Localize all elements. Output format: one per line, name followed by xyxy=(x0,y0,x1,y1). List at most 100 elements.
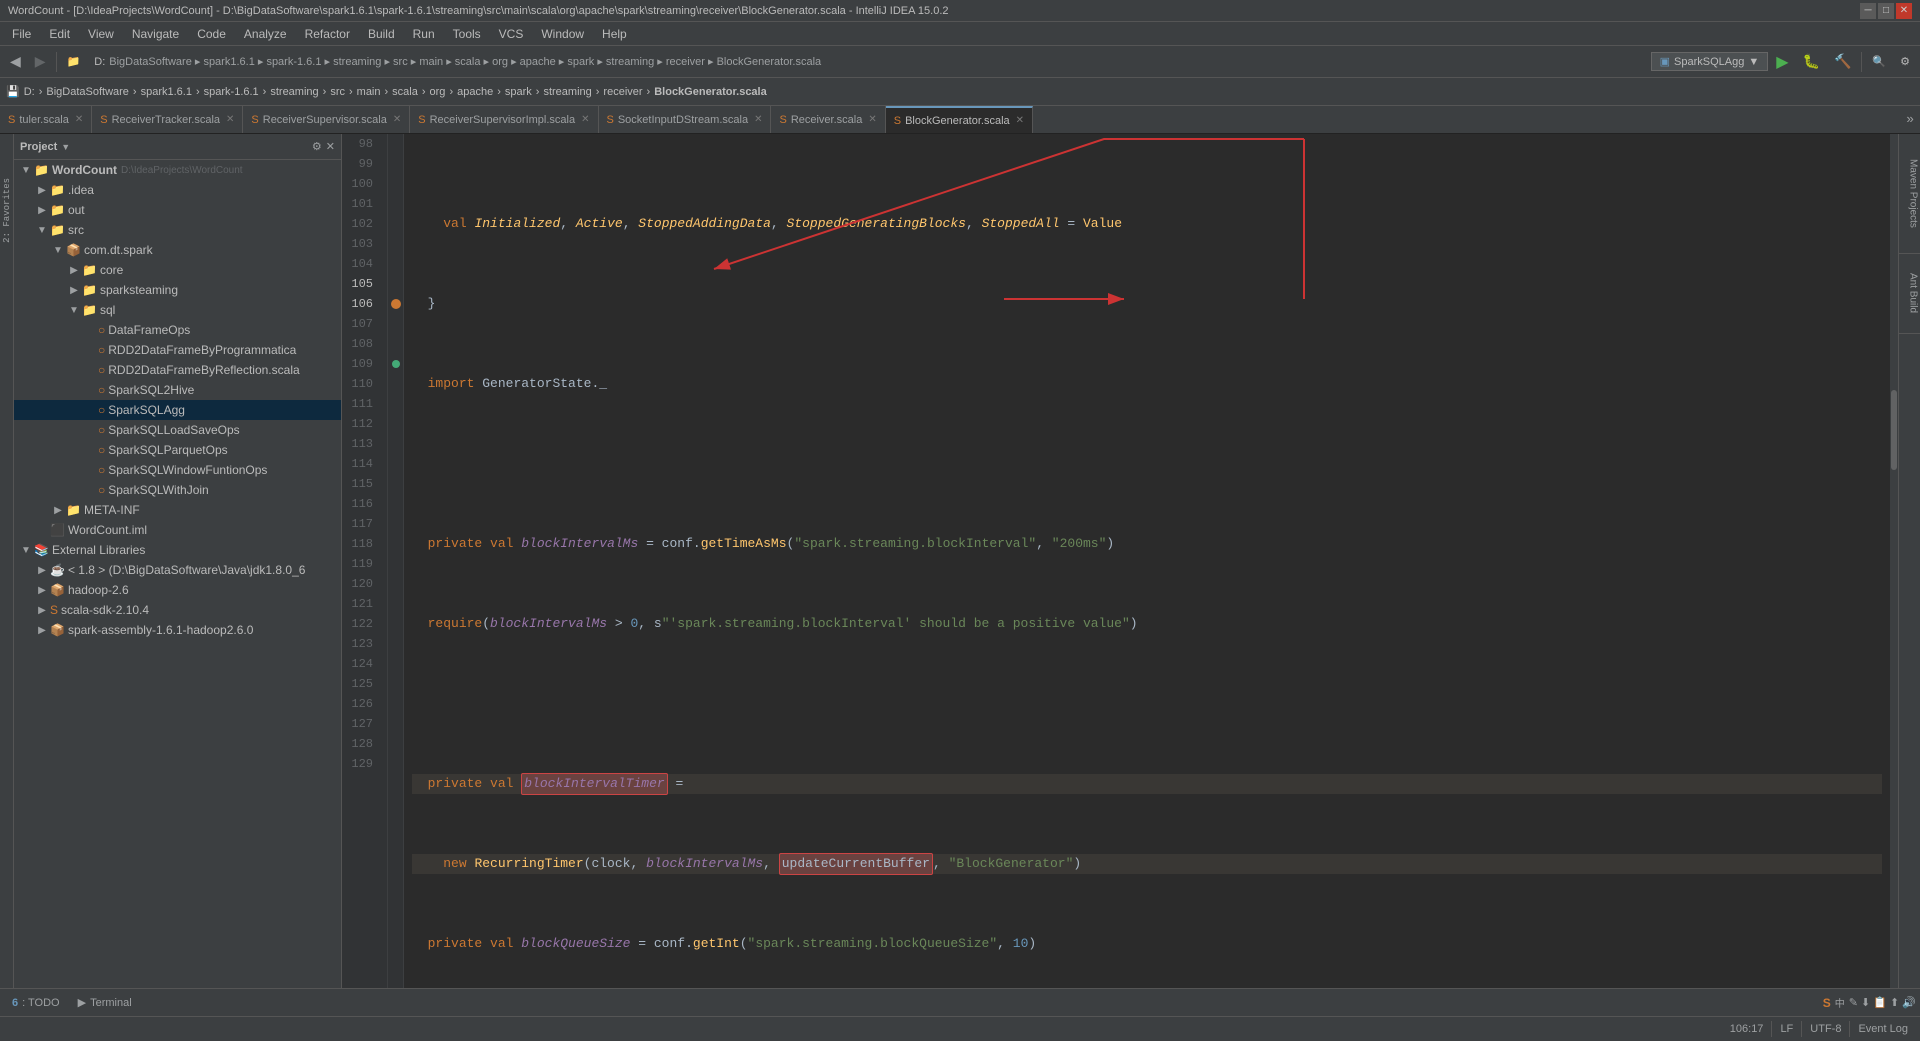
tree-dataframeops[interactable]: ▶ ○ DataFrameOps xyxy=(14,320,341,340)
nav-spark1[interactable]: spark1.6.1 xyxy=(141,86,192,98)
nav-blockgenerator[interactable]: BlockGenerator.scala xyxy=(654,86,767,98)
toolbar-back[interactable]: ◀ xyxy=(4,51,27,72)
menu-build[interactable]: Build xyxy=(360,25,403,43)
tab-receiversupervisorimpl-label: ReceiverSupervisorImpl.scala xyxy=(430,114,576,126)
maximize-button[interactable]: □ xyxy=(1878,3,1894,19)
toolbar-project-name[interactable]: D: BigDataSoftware ▸ spark1.6.1 ▸ spark-… xyxy=(88,53,827,70)
tree-rdd2reflection[interactable]: ▶ ○ RDD2DataFrameByReflection.scala xyxy=(14,360,341,380)
tree-hadoop[interactable]: ▶ 📦 hadoop-2.6 xyxy=(14,580,341,600)
status-eventlog[interactable]: Event Log xyxy=(1854,1023,1912,1035)
menu-vcs[interactable]: VCS xyxy=(491,25,532,43)
tree-metainf[interactable]: ▶ 📁 META-INF xyxy=(14,500,341,520)
debug-button[interactable]: 🐛 xyxy=(1797,51,1826,72)
menu-run[interactable]: Run xyxy=(405,25,443,43)
tab-socketinputdstream-close[interactable]: ✕ xyxy=(754,114,762,125)
tree-sparksqlwithjoin[interactable]: ▶ ○ SparkSQLWithJoin xyxy=(14,480,341,500)
menu-analyze[interactable]: Analyze xyxy=(236,25,295,43)
tree-sparksqlagg[interactable]: ▶ ○ SparkSQLAgg xyxy=(14,400,341,420)
tab-receiversupervisorimpl-close[interactable]: ✕ xyxy=(581,114,589,125)
tab-blockgenerator-close[interactable]: ✕ xyxy=(1016,115,1024,126)
tree-sql[interactable]: ▼ 📁 sql xyxy=(14,300,341,320)
gutter-106[interactable] xyxy=(388,294,403,314)
tree-out[interactable]: ▶ 📁 out xyxy=(14,200,341,220)
tree-idea[interactable]: ▶ 📁 .idea xyxy=(14,180,341,200)
menu-edit[interactable]: Edit xyxy=(41,25,78,43)
run-button[interactable]: ▶ xyxy=(1770,50,1794,74)
gutter-107 xyxy=(388,314,403,334)
tree-wordcount-iml[interactable]: ▶ ⬛ WordCount.iml xyxy=(14,520,341,540)
tab-receivertracker[interactable]: S ReceiverTracker.scala ✕ xyxy=(92,106,243,133)
tree-sparksqlwindow[interactable]: ▶ ○ SparkSQLWindowFuntionOps xyxy=(14,460,341,480)
tree-sparksqlloadsaveops[interactable]: ▶ ○ SparkSQLLoadSaveOps xyxy=(14,420,341,440)
menu-tools[interactable]: Tools xyxy=(445,25,489,43)
toolbar-settings[interactable]: ⚙ xyxy=(1894,53,1916,70)
close-button[interactable]: ✕ xyxy=(1896,3,1912,19)
menu-refactor[interactable]: Refactor xyxy=(297,25,358,43)
nav-spark[interactable]: spark xyxy=(505,86,532,98)
tab-socketinputdstream[interactable]: S SocketInputDStream.scala ✕ xyxy=(599,106,772,133)
run-config-selector[interactable]: ▣ SparkSQLAgg ▼ xyxy=(1651,52,1769,71)
code-container[interactable]: 98 99 100 101 102 103 104 105 106 107 10… xyxy=(342,134,1898,988)
sidebar-dropdown-icon[interactable]: ▼ xyxy=(61,142,70,152)
nav-org[interactable]: org xyxy=(430,86,446,98)
menu-help[interactable]: Help xyxy=(594,25,635,43)
tree-src[interactable]: ▼ 📁 src xyxy=(14,220,341,240)
tab-overflow[interactable]: » xyxy=(1900,106,1920,133)
gutter-109[interactable] xyxy=(388,354,403,374)
nav-apache[interactable]: apache xyxy=(457,86,493,98)
tree-sparksteaming[interactable]: ▶ 📁 sparksteaming xyxy=(14,280,341,300)
tab-receivertracker-close[interactable]: ✕ xyxy=(226,114,234,125)
tree-sparksqlparquetops[interactable]: ▶ ○ SparkSQLParquetOps xyxy=(14,440,341,460)
nav-d[interactable]: D: xyxy=(24,86,35,98)
sidebar-settings-icon[interactable]: ⚙ xyxy=(312,140,322,153)
sidebar-project-label[interactable]: Project xyxy=(20,141,57,153)
todo-tab[interactable]: 6 : TODO xyxy=(4,995,68,1011)
tree-rdd2programmatica[interactable]: ▶ ○ RDD2DataFrameByProgrammatica xyxy=(14,340,341,360)
toolbar-forward[interactable]: ▶ xyxy=(29,51,52,72)
ant-build-btn[interactable]: Ant Build xyxy=(1899,254,1920,334)
tab-receiversupervisor-close[interactable]: ✕ xyxy=(393,114,401,125)
nav-streaming2[interactable]: streaming xyxy=(543,86,591,98)
tab-receiver-close[interactable]: ✕ xyxy=(868,114,876,125)
nav-streaming[interactable]: streaming xyxy=(270,86,318,98)
nav-main[interactable]: main xyxy=(357,86,381,98)
tree-com-dt-spark[interactable]: ▼ 📦 com.dt.spark xyxy=(14,240,341,260)
menu-view[interactable]: View xyxy=(80,25,122,43)
tab-blockgenerator[interactable]: S BlockGenerator.scala ✕ xyxy=(886,106,1033,133)
tree-sparksql2hive[interactable]: ▶ ○ SparkSQL2Hive xyxy=(14,380,341,400)
code-editor[interactable]: val Initialized, Active, StoppedAddingDa… xyxy=(404,134,1890,988)
tree-jdk[interactable]: ▶ ☕ < 1.8 > (D:\BigDataSoftware\Java\jdk… xyxy=(14,560,341,580)
tab-receiversupervisorimpl[interactable]: S ReceiverSupervisorImpl.scala ✕ xyxy=(410,106,598,133)
tree-core[interactable]: ▶ 📁 core xyxy=(14,260,341,280)
spark-assembly-icon: 📦 xyxy=(50,623,65,637)
tab-tuler-close[interactable]: ✕ xyxy=(75,114,83,125)
status-position[interactable]: 106:17 xyxy=(1726,1023,1768,1035)
tree-wordcount-root[interactable]: ▼ 📁 WordCount D:\IdeaProjects\WordCount xyxy=(14,160,341,180)
tab-receiversupervisor[interactable]: S ReceiverSupervisor.scala ✕ xyxy=(243,106,410,133)
maven-projects-btn[interactable]: Maven Projects xyxy=(1899,134,1920,254)
nav-src[interactable]: src xyxy=(330,86,345,98)
tree-spark-assembly[interactable]: ▶ 📦 spark-assembly-1.6.1-hadoop2.6.0 xyxy=(14,620,341,640)
tab-receiver[interactable]: S Receiver.scala ✕ xyxy=(771,106,885,133)
nav-bigdata[interactable]: BigDataSoftware xyxy=(46,86,129,98)
menu-code[interactable]: Code xyxy=(189,25,234,43)
nav-spark2[interactable]: spark-1.6.1 xyxy=(204,86,259,98)
vertical-scrollbar[interactable] xyxy=(1890,134,1898,988)
nav-scala[interactable]: scala xyxy=(392,86,418,98)
tree-ext-libs[interactable]: ▼ 📚 External Libraries xyxy=(14,540,341,560)
nav-sep2: › xyxy=(133,86,137,98)
tab-tuler[interactable]: S tuler.scala ✕ xyxy=(0,106,92,133)
menu-file[interactable]: File xyxy=(4,25,39,43)
status-lf[interactable]: LF xyxy=(1776,1023,1797,1035)
menu-window[interactable]: Window xyxy=(533,25,592,43)
toolbar-search[interactable]: 🔍 xyxy=(1866,53,1892,70)
build-button[interactable]: 🔨 xyxy=(1828,51,1857,72)
scroll-thumb[interactable] xyxy=(1891,390,1897,470)
minimize-button[interactable]: ─ xyxy=(1860,3,1876,19)
terminal-tab[interactable]: ▶ Terminal xyxy=(70,994,140,1011)
menu-navigate[interactable]: Navigate xyxy=(124,25,187,43)
status-encoding[interactable]: UTF-8 xyxy=(1806,1023,1845,1035)
sidebar-close-icon[interactable]: ✕ xyxy=(326,140,335,153)
tree-scala-sdk[interactable]: ▶ S scala-sdk-2.10.4 xyxy=(14,600,341,620)
nav-receiver[interactable]: receiver xyxy=(603,86,642,98)
